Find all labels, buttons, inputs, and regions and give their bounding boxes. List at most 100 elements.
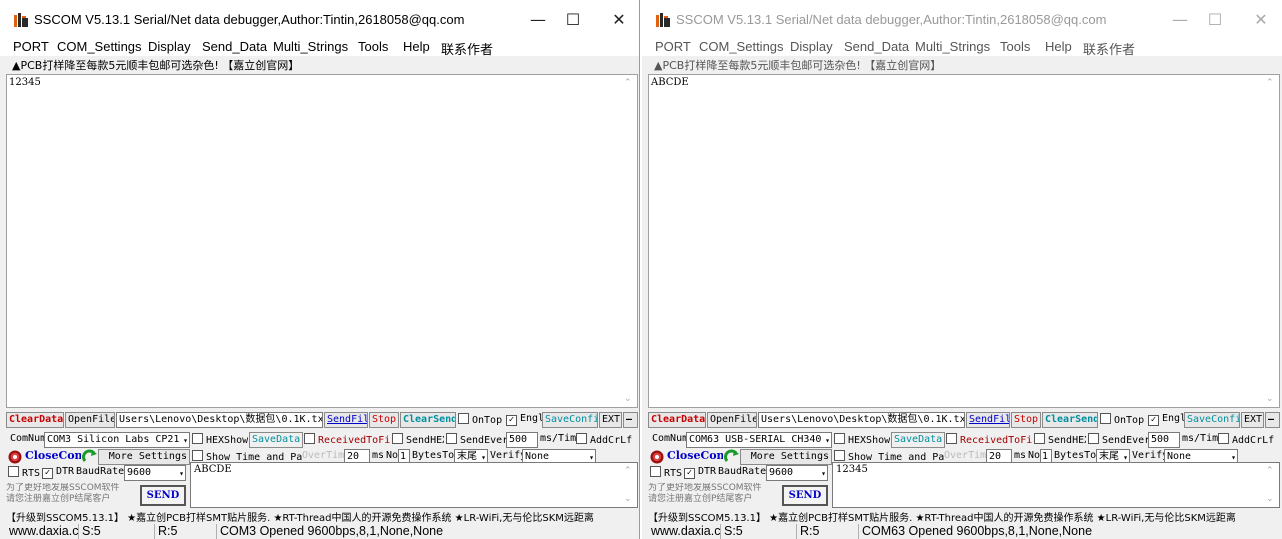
add-crlf-checkbox[interactable]: AddCrLf [576,433,634,446]
receive-area[interactable]: 12345 ⌃ ⌄ [6,74,638,408]
hex-show-checkbox[interactable]: HEXShow [192,433,248,446]
rts-checkbox[interactable]: RTS [8,466,42,479]
stop-button[interactable]: Stop [1011,412,1041,428]
promo-link[interactable]: ▲PCB打样降至每款5元顺丰包邮可选杂色! 【嘉立创官网】 [12,57,299,73]
send-text-area[interactable]: 12345 ⌃ ⌄ [832,462,1280,508]
close-com-button[interactable]: CloseCom [667,449,723,462]
dtr-checkbox[interactable]: ✓ DTR [684,466,718,479]
save-config-button[interactable]: SaveConfig [1184,412,1240,428]
news-ticker[interactable]: 【升级到SSCOM5.13.1】 ★嘉立创PCB打样SMT贴片服务. ★RT-T… [6,509,638,523]
menu-contact-author[interactable]: 联系作者 [441,39,493,58]
collapse-button[interactable]: — [623,412,638,428]
title-bar[interactable]: SSCOM V5.13.1 Serial/Net data debugger,A… [0,0,639,38]
baud-rate-select[interactable]: 9600 ▾ [124,465,186,481]
title-bar[interactable]: SSCOM V5.13.1 Serial/Net data debugger,A… [642,0,1282,38]
menu-help[interactable]: Help [403,39,430,54]
stop-button[interactable]: Stop [369,412,399,428]
menu-com-settings[interactable]: COM_Settings [699,39,784,54]
close-button[interactable]: ✕ [597,6,639,34]
menu-send-data[interactable]: Send_Data [202,39,267,54]
ext-button[interactable]: EXT [1241,412,1264,428]
receive-scrollbar[interactable]: ⌃ ⌄ [621,75,637,407]
save-config-button[interactable]: SaveConfig [542,412,598,428]
send-hex-checkbox[interactable]: SendHEX [392,433,444,446]
register-notice[interactable]: 为了更好地发展SSCOM软件 请您注册嘉立创P结尾客户 [6,483,136,507]
menu-send-data[interactable]: Send_Data [844,39,909,54]
maximize-button[interactable]: ☐ [1193,6,1237,34]
maximize-button[interactable]: ☐ [551,6,595,34]
menu-port[interactable]: PORT [13,39,49,54]
english-checkbox[interactable]: ✓English [506,413,542,426]
scroll-up-icon[interactable]: ⌃ [624,466,632,476]
close-button[interactable]: ✕ [1239,6,1282,34]
ext-button[interactable]: EXT [599,412,622,428]
menu-port[interactable]: PORT [655,39,691,54]
english-checkbox[interactable]: ✓English [1148,413,1184,426]
send-every-checkbox[interactable]: SendEvery [446,433,506,446]
file-path-input[interactable]: Users\Lenovo\Desktop\数据包\0.1K.txt [116,412,323,428]
menu-display[interactable]: Display [148,39,191,54]
file-path-input[interactable]: Users\Lenovo\Desktop\数据包\0.1K.txt [758,412,965,428]
interval-input[interactable]: 500 [506,432,538,448]
scroll-up-icon[interactable]: ⌃ [624,78,632,88]
menu-display[interactable]: Display [790,39,833,54]
menu-multi-strings[interactable]: Multi_Strings [273,39,348,54]
baud-rate-label: BaudRate [718,466,766,477]
send-button[interactable]: SEND [140,485,186,506]
received-to-file-checkbox[interactable]: ReceivedToFile [304,433,390,446]
status-website[interactable]: www.daxia.com [648,524,720,539]
baud-rate-select[interactable]: 9600 ▾ [766,465,828,481]
scroll-up-icon[interactable]: ⌃ [1266,466,1274,476]
rts-checkbox[interactable]: RTS [650,466,684,479]
refresh-arrow-icon[interactable] [724,449,740,465]
interval-input[interactable]: 500 [1148,432,1180,448]
send-scrollbar[interactable]: ⌃ ⌄ [621,463,637,507]
status-website[interactable]: www.daxia.com [6,524,78,539]
scroll-down-icon[interactable]: ⌄ [624,394,632,404]
send-scrollbar[interactable]: ⌃ ⌄ [1263,463,1279,507]
more-settings-button[interactable]: More Settings [740,449,832,465]
receive-scrollbar[interactable]: ⌃ ⌄ [1263,75,1279,407]
more-settings-button[interactable]: More Settings [98,449,190,465]
close-com-button[interactable]: CloseCom [25,449,81,462]
send-file-button[interactable]: SendFile [966,412,1010,428]
open-file-button[interactable]: OpenFile [707,412,757,428]
send-button[interactable]: SEND [782,485,828,506]
menu-help[interactable]: Help [1045,39,1072,54]
received-to-file-checkbox[interactable]: ReceivedToFile [946,433,1032,446]
save-data-button[interactable]: SaveData [891,432,945,448]
promo-link[interactable]: ▲PCB打样降至每款5元顺丰包邮可选杂色! 【嘉立创官网】 [654,57,941,73]
open-file-button[interactable]: OpenFile [65,412,115,428]
menu-multi-strings[interactable]: Multi_Strings [915,39,990,54]
menu-tools[interactable]: Tools [1000,39,1030,54]
hex-show-checkbox[interactable]: HEXShow [834,433,890,446]
scroll-down-icon[interactable]: ⌄ [624,494,632,504]
refresh-arrow-icon[interactable] [82,449,98,465]
menu-com-settings[interactable]: COM_Settings [57,39,142,54]
port-select[interactable]: COM63 USB-SERIAL CH340 ▾ [686,432,832,448]
on-top-checkbox[interactable]: OnTop [1100,413,1148,426]
clear-send-button[interactable]: ClearSend [400,412,456,428]
menu-contact-author[interactable]: 联系作者 [1083,39,1135,58]
scroll-up-icon[interactable]: ⌃ [1266,78,1274,88]
send-hex-checkbox[interactable]: SendHEX [1034,433,1086,446]
collapse-button[interactable]: — [1265,412,1280,428]
clear-send-button[interactable]: ClearSend [1042,412,1098,428]
scroll-down-icon[interactable]: ⌄ [1266,494,1274,504]
bytes-to-label: BytesTo [1054,450,1096,461]
receive-area[interactable]: ABCDE ⌃ ⌄ [648,74,1280,408]
menu-tools[interactable]: Tools [358,39,388,54]
news-ticker[interactable]: 【升级到SSCOM5.13.1】 ★嘉立创PCB打样SMT贴片服务. ★RT-T… [648,509,1280,523]
send-file-button[interactable]: SendFile [324,412,368,428]
port-select[interactable]: COM3 Silicon Labs CP21 ▾ [44,432,190,448]
on-top-checkbox[interactable]: OnTop [458,413,506,426]
send-every-checkbox[interactable]: SendEvery [1088,433,1148,446]
dtr-checkbox[interactable]: ✓ DTR [42,466,76,479]
register-notice[interactable]: 为了更好地发展SSCOM软件 请您注册嘉立创P结尾客户 [648,483,778,507]
send-text-area[interactable]: ABCDE ⌃ ⌄ [190,462,638,508]
clear-data-button[interactable]: ClearData [648,412,706,428]
scroll-down-icon[interactable]: ⌄ [1266,394,1274,404]
save-data-button[interactable]: SaveData [249,432,303,448]
clear-data-button[interactable]: ClearData [6,412,64,428]
add-crlf-checkbox[interactable]: AddCrLf [1218,433,1276,446]
